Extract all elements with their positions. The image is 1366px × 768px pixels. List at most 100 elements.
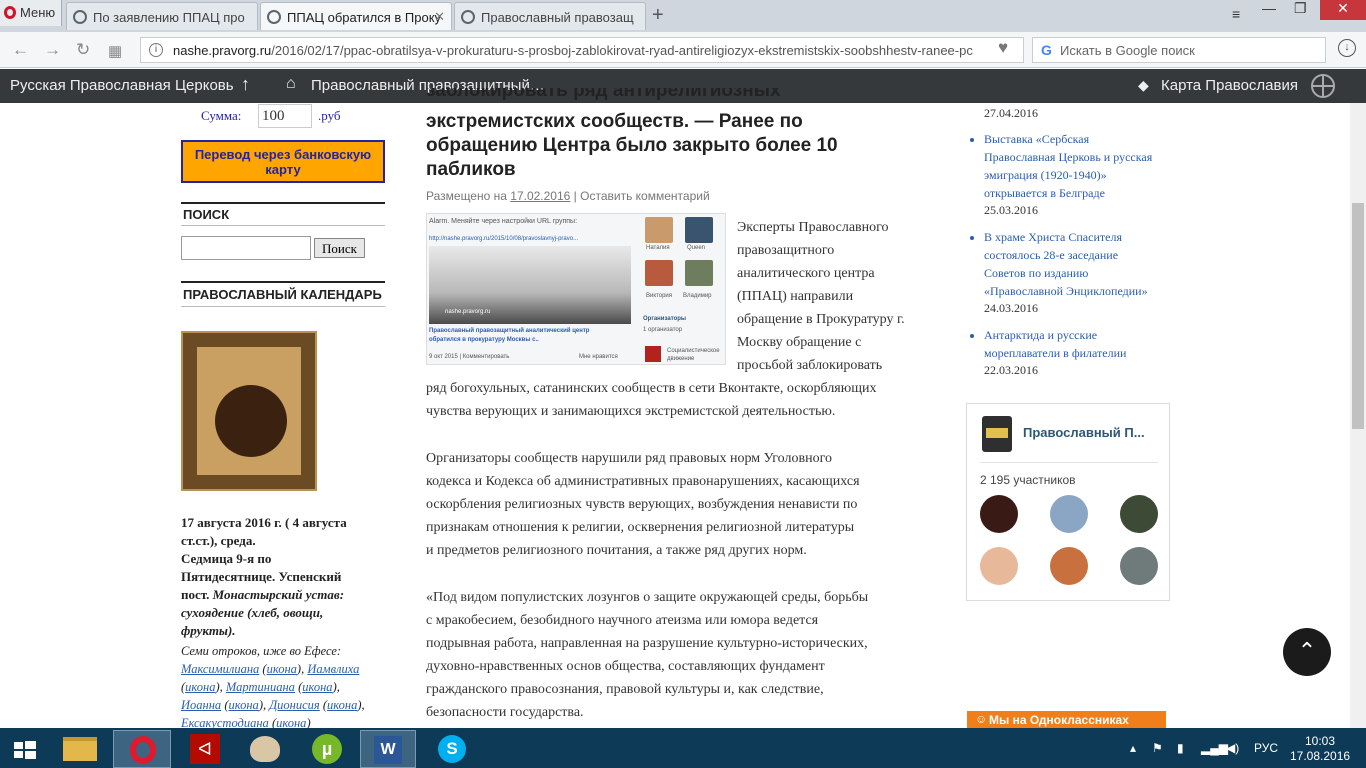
- address-bar-row: ← → ↻ ▦ i nashe.pravorg.ru/2016/02/17/pp…: [0, 32, 1366, 68]
- news-link-line[interactable]: эмиграция (1920-1940)»: [984, 168, 1107, 182]
- download-icon[interactable]: ↓: [1338, 39, 1356, 57]
- news-date: 24.03.2016: [984, 301, 1038, 315]
- volume-icon[interactable]: ◀): [1226, 741, 1239, 755]
- icon-link[interactable]: икона: [267, 662, 297, 676]
- odnoklassniki-widget-header[interactable]: ☺ Мы на Одноклассниках: [967, 711, 1166, 728]
- paragraph-1: ряд богохульных, сатанинских сообществ в…: [426, 377, 926, 423]
- member-avatar[interactable]: [1050, 495, 1088, 533]
- tab-1[interactable]: По заявлению ППАЦ про: [66, 2, 258, 30]
- text-line: обращение в Прокуратуру г.: [737, 312, 905, 327]
- text-line: кодекса и Кодекса об административных пр…: [426, 474, 860, 489]
- bookmark-heart-icon[interactable]: ♥: [998, 38, 1008, 58]
- tab-3[interactable]: Православный правозащ: [454, 2, 646, 30]
- acrobat-taskbar[interactable]: ᐊ: [182, 730, 232, 768]
- reload-icon[interactable]: ↻: [76, 40, 90, 60]
- maximize-icon[interactable]: ❐: [1294, 0, 1307, 20]
- calendar-widget-title: ПРАВОСЛАВНЫЙ КАЛЕНДАРЬ: [181, 281, 385, 307]
- sum-input[interactable]: 100: [258, 104, 312, 128]
- scroll-to-top-button[interactable]: ⌃: [1283, 628, 1331, 676]
- news-link-line[interactable]: Православная Церковь и русская: [984, 150, 1152, 164]
- site-search-input[interactable]: [181, 236, 311, 260]
- show-hidden-icons-icon[interactable]: ▴: [1130, 741, 1136, 755]
- new-tab-icon[interactable]: +: [652, 4, 664, 27]
- saint-link[interactable]: Мартиниана: [226, 680, 295, 694]
- news-link-line[interactable]: мореплаватели в филателии: [984, 346, 1126, 360]
- minimize-icon[interactable]: —: [1262, 0, 1276, 20]
- close-tab-icon[interactable]: ✕: [434, 9, 445, 25]
- language-indicator[interactable]: РУС: [1254, 741, 1278, 755]
- news-item[interactable]: Выставка «Сербская Православная Церковь и…: [984, 130, 1174, 202]
- donate-button[interactable]: Перевод через банковскую карту: [181, 140, 385, 183]
- shot-text: 1 организатор: [643, 327, 683, 333]
- page-scrollbar[interactable]: [1350, 103, 1366, 728]
- news-link-line[interactable]: Советов по изданию: [984, 266, 1088, 280]
- vk-group-name[interactable]: Православный П...: [1023, 425, 1145, 440]
- saints-list: Семи отроков, иже во Ефесе: Максимилиана…: [181, 642, 381, 732]
- clock[interactable]: 10:03 17.08.2016: [1290, 734, 1350, 764]
- posted-date-link[interactable]: 17.02.2016: [510, 189, 570, 203]
- member-avatar[interactable]: [980, 495, 1018, 533]
- member-avatar[interactable]: [980, 547, 1018, 585]
- up-arrow-icon[interactable]: ↑: [241, 74, 250, 95]
- shot-text: Queen: [687, 245, 706, 251]
- search-field[interactable]: G Искать в Google поиск: [1032, 37, 1326, 63]
- shot-text: Alarm. Меняйте через настройки URL групп…: [429, 218, 578, 225]
- home-icon[interactable]: ⌂: [286, 75, 296, 93]
- news-link-line[interactable]: Антарктида и русские: [984, 328, 1097, 342]
- icon-link[interactable]: икона: [327, 698, 357, 712]
- shot-text: nashe.pravorg.ru: [445, 309, 491, 315]
- news-item[interactable]: Антарктида и русские мореплаватели в фила…: [984, 326, 1174, 362]
- site-link-rpc[interactable]: Русская Православная Церковь: [10, 77, 234, 94]
- group-logo-icon[interactable]: [982, 416, 1012, 452]
- saint-link[interactable]: Иоанна: [181, 698, 221, 712]
- file-explorer-taskbar[interactable]: [55, 730, 105, 768]
- orthodox-map-link[interactable]: Карта Православия: [1161, 77, 1298, 94]
- icon-link[interactable]: икона: [185, 680, 215, 694]
- member-avatar[interactable]: [1120, 547, 1158, 585]
- start-button[interactable]: [0, 730, 48, 768]
- opera-icon: [130, 736, 156, 764]
- skype-taskbar[interactable]: S: [428, 730, 478, 768]
- leave-comment-link[interactable]: Оставить комментарий: [580, 189, 710, 203]
- site-info-icon[interactable]: i: [149, 43, 163, 57]
- word-taskbar[interactable]: W: [360, 730, 416, 768]
- news-link-line[interactable]: открывается в Белграде: [984, 186, 1105, 200]
- cross-icon[interactable]: [1311, 74, 1335, 98]
- text-line: «Под видом популистских лозунгов о защит…: [426, 590, 869, 605]
- utorrent-taskbar[interactable]: µ: [302, 730, 352, 768]
- close-window-icon[interactable]: ✕: [1320, 0, 1366, 20]
- battery-icon[interactable]: ▮: [1177, 741, 1184, 755]
- url-field[interactable]: i nashe.pravorg.ru/2016/02/17/ppac-obrat…: [140, 37, 1024, 63]
- member-avatar[interactable]: [1120, 495, 1158, 533]
- saint-link[interactable]: Дионисия: [269, 698, 320, 712]
- news-link-line[interactable]: состоялось 28-е заседание: [984, 248, 1118, 262]
- scrollbar-thumb[interactable]: [1352, 203, 1364, 429]
- browser-menu-button[interactable]: Меню: [0, 0, 62, 26]
- icon-link[interactable]: икона: [302, 680, 332, 694]
- tab-menu-icon[interactable]: ≡: [1232, 6, 1240, 26]
- site-search-button[interactable]: Поиск: [314, 238, 365, 258]
- news-item[interactable]: В храме Христа Спасителя состоялось 28-е …: [984, 228, 1174, 300]
- forward-icon[interactable]: →: [44, 40, 61, 60]
- paint-taskbar[interactable]: [242, 730, 292, 768]
- saint-link[interactable]: Максимилиана: [181, 662, 259, 676]
- vk-member-count[interactable]: 2 195 участников: [980, 473, 1076, 487]
- separator: |: [573, 189, 577, 203]
- saint-link[interactable]: Иамвлиха: [307, 662, 359, 676]
- back-icon[interactable]: ←: [12, 40, 29, 60]
- shot-text: Виктория: [646, 293, 673, 299]
- icon-link[interactable]: икона: [228, 698, 258, 712]
- speed-dial-icon[interactable]: ▦: [108, 42, 122, 60]
- skype-icon: S: [438, 735, 466, 763]
- saints-icon-image[interactable]: [181, 331, 317, 491]
- news-link-line[interactable]: «Православной Энциклопедии»: [984, 284, 1148, 298]
- article-screenshot-image: Alarm. Меняйте через настройки URL групп…: [426, 213, 726, 365]
- signal-icon[interactable]: ▂▄▆: [1201, 741, 1228, 755]
- news-link-line[interactable]: В храме Христа Спасителя: [984, 230, 1122, 244]
- tab-2[interactable]: ППАЦ обратился в Проку ✕: [260, 2, 452, 30]
- opera-taskbar[interactable]: [113, 730, 171, 768]
- news-link-line[interactable]: Выставка «Сербская: [984, 132, 1089, 146]
- member-avatar[interactable]: [1050, 547, 1088, 585]
- flag-icon[interactable]: ⚑: [1152, 741, 1163, 755]
- palette-icon: [250, 736, 280, 762]
